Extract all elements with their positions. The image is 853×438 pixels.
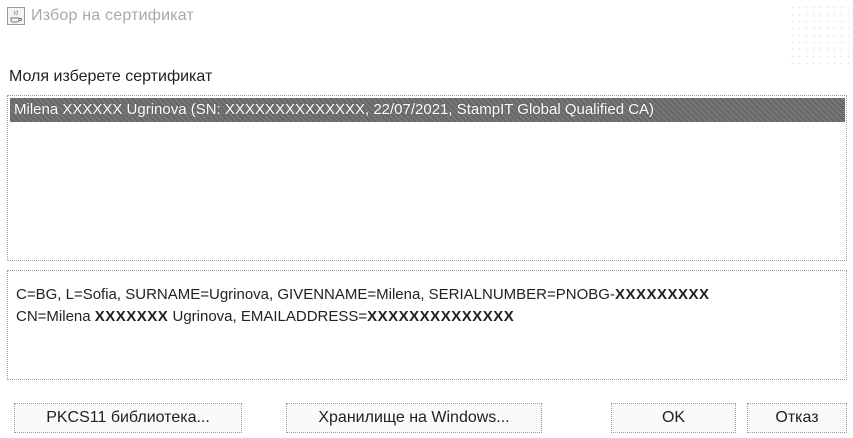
- details-line-subject: C=BG, L=Sofia, SURNAME=Ugrinova, GIVENNA…: [16, 284, 846, 306]
- certificate-details: C=BG, L=Sofia, SURNAME=Ugrinova, GIVENNA…: [7, 270, 847, 380]
- masked-email: XXXXXXXXXXXXXX: [367, 308, 515, 325]
- select-certificate-prompt: Моля изберете сертификат: [9, 68, 213, 85]
- window-title: Избор на сертификат: [31, 7, 195, 24]
- certificate-list[interactable]: Milena XXXXXX Ugrinova (SN: XXXXXXXXXXXX…: [7, 95, 847, 261]
- title-bar: Избор на сертификат: [0, 0, 853, 64]
- details-subject-text: C=BG, L=Sofia, SURNAME=Ugrinova, GIVENNA…: [16, 286, 615, 303]
- certificate-list-item[interactable]: Milena XXXXXX Ugrinova (SN: XXXXXXXXXXXX…: [10, 98, 845, 122]
- masked-serial-number: XXXXXXXXX: [614, 286, 710, 303]
- details-line-cn: CN=Milena XXXXXXX Ugrinova, EMAILADDRESS…: [16, 306, 846, 328]
- details-cn-prefix: CN=Milena: [16, 308, 95, 325]
- details-cn-middle: Ugrinova, EMAILADDRESS=: [168, 308, 368, 325]
- decorative-dots: [789, 4, 849, 64]
- cancel-button[interactable]: Отказ: [747, 403, 847, 433]
- java-cup-icon: [7, 7, 25, 25]
- ok-button[interactable]: OK: [611, 403, 736, 433]
- masked-middle-name: XXXXXXX: [94, 308, 169, 325]
- windows-store-button[interactable]: Хранилище на Windows...: [286, 403, 542, 433]
- pkcs11-library-button[interactable]: PKCS11 библиотека...: [14, 403, 242, 433]
